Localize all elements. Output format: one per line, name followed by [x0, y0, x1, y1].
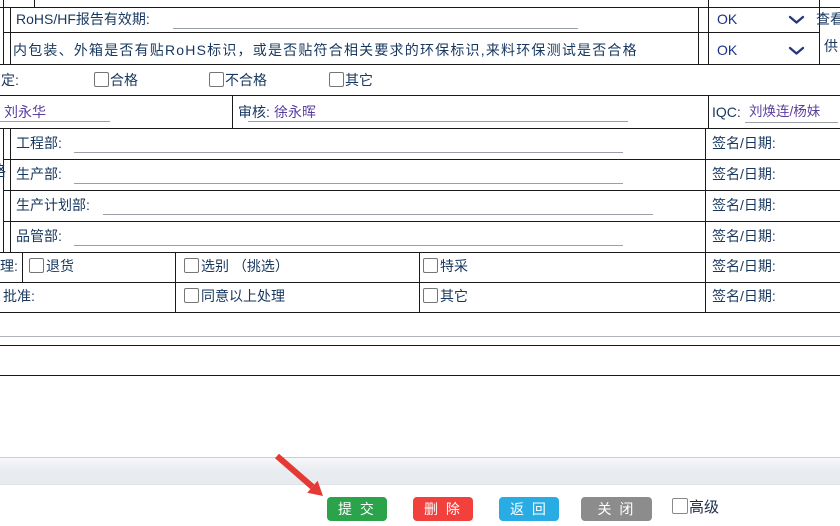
packaging-status-value: OK — [717, 41, 737, 59]
review-label: 审核: — [238, 103, 270, 121]
dept-engineering-input[interactable] — [74, 152, 623, 153]
other-judgement-checkbox[interactable] — [329, 72, 344, 87]
pass-checkbox[interactable] — [94, 72, 109, 87]
divider — [0, 252, 840, 253]
chevron-down-icon — [788, 46, 805, 56]
divider — [0, 95, 840, 96]
packaging-status-dropdown[interactable]: OK — [709, 38, 819, 63]
divider — [3, 190, 840, 191]
divider — [175, 252, 176, 312]
divider — [10, 7, 11, 64]
sign-date-label: 签名/日期: — [712, 287, 776, 305]
footer-toolbar — [0, 457, 840, 485]
divider — [0, 375, 840, 376]
chevron-down-icon — [788, 15, 805, 25]
divider — [34, 0, 35, 7]
divider — [0, 64, 840, 65]
return-goods-checkbox[interactable] — [29, 258, 44, 273]
other-approval-checkbox[interactable] — [423, 288, 438, 303]
sorting-checkbox[interactable] — [184, 258, 199, 273]
other-judgement-label: 其它 — [345, 71, 373, 89]
reviewer-input[interactable] — [248, 121, 628, 122]
concession-label: 特采 — [440, 257, 468, 275]
packaging-rohs-question-label: 内包装、外箱是否有贴RoHS标识，或是否贴符合相关要求的环保标识,来料环保测试是… — [13, 41, 638, 59]
agree-above-checkbox[interactable] — [184, 288, 199, 303]
divider — [22, 252, 23, 282]
divider — [698, 7, 699, 64]
rohs-status-value: OK — [717, 10, 737, 28]
judgement-label: 定: — [1, 71, 19, 89]
divider — [0, 336, 840, 337]
sorting-label: 选别 （挑选） — [201, 257, 289, 275]
divider — [3, 221, 840, 222]
divider — [3, 0, 4, 64]
rohs-status-dropdown[interactable]: OK — [709, 7, 819, 32]
divider — [705, 128, 706, 312]
rohs-report-validity-label: RoHS/HF报告有效期: — [16, 10, 150, 28]
iqc-input[interactable] — [745, 122, 838, 123]
side-note-line2: 供 — [824, 37, 838, 55]
advanced-label: 高级 — [689, 499, 719, 517]
inspector-name: 刘永华 — [4, 103, 46, 121]
close-button[interactable]: 关 闭 — [581, 497, 652, 521]
sign-date-label: 签名/日期: — [712, 196, 776, 214]
sign-date-label: 签名/日期: — [712, 165, 776, 183]
iqc-names: 刘焕连/杨妹 — [749, 103, 820, 121]
divider — [708, 95, 709, 128]
divider — [419, 252, 420, 312]
fail-checkbox[interactable] — [209, 72, 224, 87]
handling-label: 理: — [0, 257, 18, 275]
divider — [0, 282, 840, 283]
sign-date-label: 签名/日期: — [712, 227, 776, 245]
inspector-input[interactable] — [0, 121, 110, 122]
divider — [0, 312, 840, 313]
fail-label: 不合格 — [225, 71, 267, 89]
dept-engineering-label: 工程部: — [16, 134, 62, 152]
divider — [3, 32, 819, 33]
advanced-checkbox[interactable] — [672, 498, 688, 514]
iqc-inspection-form: RoHS/HF报告有效期: OK 内包装、外箱是否有贴RoHS标识，或是否贴符合… — [0, 0, 840, 526]
divider — [232, 95, 233, 128]
sign-date-label: 签名/日期: — [712, 257, 776, 275]
divider — [3, 128, 4, 252]
iqc-label: IQC: — [712, 103, 741, 121]
delete-button[interactable]: 删 除 — [413, 497, 473, 521]
reviewer-name: 徐永晖 — [274, 103, 316, 121]
dept-quality-input[interactable] — [74, 245, 623, 246]
agree-above-label: 同意以上处理 — [201, 287, 285, 305]
red-arrow-annotation — [270, 450, 330, 500]
dept-production-input[interactable] — [74, 183, 623, 184]
pass-label: 合格 — [110, 71, 138, 89]
submit-button[interactable]: 提 交 — [327, 497, 387, 521]
divider — [0, 345, 840, 346]
return-goods-label: 退货 — [46, 257, 74, 275]
dept-production-label: 生产部: — [16, 165, 62, 183]
dept-planning-input[interactable] — [103, 214, 653, 215]
sign-date-label: 签名/日期: — [712, 134, 776, 152]
side-note-line1: 查看 — [816, 10, 840, 28]
concession-checkbox[interactable] — [423, 258, 438, 273]
dept-quality-label: 品管部: — [16, 227, 62, 245]
other-approval-label: 其它 — [440, 287, 468, 305]
approval-label: 批准: — [3, 287, 35, 305]
dept-planning-label: 生产计划部: — [16, 196, 90, 214]
divider — [3, 159, 840, 160]
rohs-expiry-input[interactable] — [173, 28, 578, 29]
left-clipped-char: 格 — [0, 163, 6, 181]
back-button[interactable]: 返 回 — [499, 497, 559, 521]
divider — [10, 128, 11, 252]
divider — [0, 128, 840, 129]
